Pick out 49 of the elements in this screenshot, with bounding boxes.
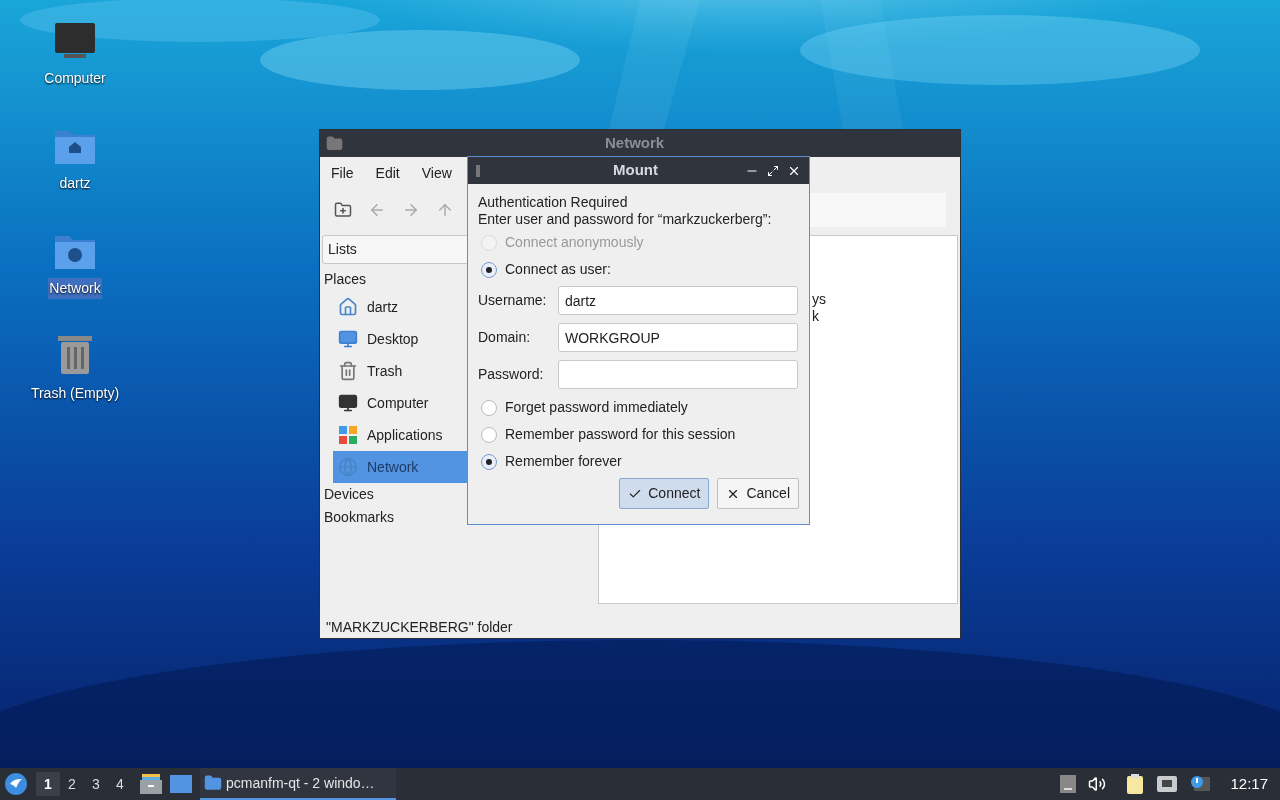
desktop-icon-label[interactable]: Trash (Empty) xyxy=(29,383,121,404)
folder-icon xyxy=(326,135,343,152)
window-title: Network xyxy=(605,133,665,154)
text-field[interactable]: dartz xyxy=(558,286,798,315)
computer-icon xyxy=(54,22,96,60)
menu-item[interactable]: File xyxy=(331,162,354,184)
cancel-button[interactable]: Cancel xyxy=(717,478,799,509)
field-label: Password: xyxy=(478,365,545,384)
field-label: Username: xyxy=(478,291,548,310)
clock[interactable]: 12:17 xyxy=(1230,772,1268,796)
file-cabinet-icon[interactable] xyxy=(140,774,162,794)
dialog-heading: Authentication Required xyxy=(478,194,629,211)
clipboard-icon[interactable] xyxy=(1126,774,1145,794)
radio-label: Remember password for this session xyxy=(505,425,736,444)
workspace-button[interactable]: 2 xyxy=(60,772,84,796)
maximize-icon[interactable] xyxy=(767,164,779,177)
folder-icon xyxy=(204,774,222,792)
home-folder-icon xyxy=(338,297,358,317)
radio-label: Forget password immediately xyxy=(505,398,688,417)
monitor-icon xyxy=(338,393,358,413)
field-label: Domain: xyxy=(478,328,532,347)
text-field[interactable]: WORKGROUP xyxy=(558,323,798,352)
connect-button[interactable]: Connect xyxy=(619,478,710,509)
desktop-icon xyxy=(338,329,358,349)
window-title: Mount xyxy=(613,160,658,181)
task-button[interactable]: pcmanfm-qt - 2 windo… xyxy=(200,768,396,800)
workspace-button[interactable]: 3 xyxy=(84,772,108,796)
text-field[interactable] xyxy=(558,360,798,389)
radio-button[interactable] xyxy=(481,261,497,278)
network-icon[interactable] xyxy=(1156,775,1179,793)
file-name[interactable]: k xyxy=(812,308,957,325)
volume-icon[interactable] xyxy=(1088,775,1107,793)
radio-button[interactable] xyxy=(481,399,497,416)
status-text: "MARKZUCKERBERG" folder xyxy=(325,617,514,637)
menu-item[interactable]: View xyxy=(421,162,452,184)
desktop-icon-label[interactable]: dartz xyxy=(58,173,92,194)
menu-item[interactable]: Edit xyxy=(375,162,400,184)
dialog-prompt: Enter user and password for “markzuckerberg”: xyxy=(478,211,773,228)
file-name[interactable]: ys xyxy=(812,291,957,308)
radio-button[interactable] xyxy=(481,453,497,470)
desktop-icon-label[interactable]: Network xyxy=(48,278,102,299)
start-menu-icon[interactable] xyxy=(4,772,28,796)
radio-button[interactable] xyxy=(481,426,497,443)
notification-icon[interactable] xyxy=(1190,775,1211,793)
workspace-button[interactable]: 1 xyxy=(36,772,60,796)
workspace-button[interactable]: 4 xyxy=(108,772,132,796)
applications-icon xyxy=(338,425,358,445)
trash-icon xyxy=(338,361,358,381)
globe-icon xyxy=(338,457,358,477)
